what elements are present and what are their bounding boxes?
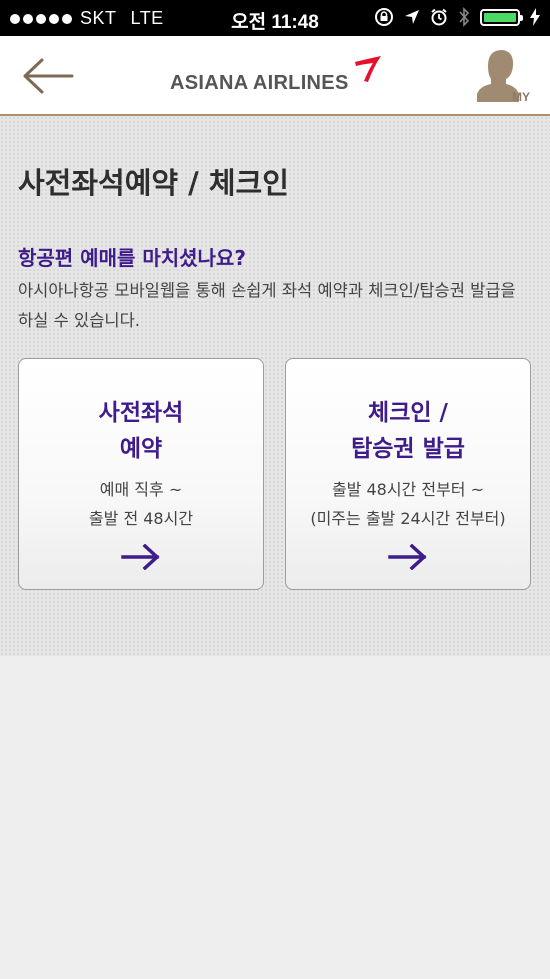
bluetooth-icon bbox=[459, 7, 470, 27]
card-subtitle-line: (미주는 출발 24시간 전부터) bbox=[310, 509, 506, 528]
status-bar: SKT LTE 오전 11:48 bbox=[0, 0, 550, 36]
status-icons bbox=[374, 7, 540, 27]
checkin-boarding-pass-card[interactable]: 체크인 / 탑승권 발급 출발 48시간 전부터 ~ (미주는 출발 24시간 … bbox=[285, 358, 531, 590]
location-icon bbox=[405, 10, 419, 24]
card-title-line: 탑승권 발급 bbox=[351, 436, 465, 462]
main-content: 사전좌석예약 / 체크인 항공편 예매를 마치셨나요? 아시아나항공 모바일웹을… bbox=[0, 116, 550, 656]
asiana-wing-logo-icon bbox=[355, 56, 381, 82]
back-arrow-icon bbox=[23, 58, 74, 94]
card-subtitle-line: 출발 48시간 전부터 ~ bbox=[331, 480, 485, 499]
alarm-icon bbox=[431, 8, 447, 26]
card-subtitle: 출발 48시간 전부터 ~ (미주는 출발 24시간 전부터) bbox=[286, 475, 530, 533]
rotation-lock-icon bbox=[375, 8, 393, 26]
card-subtitle-line: 예매 직후 ~ bbox=[99, 480, 183, 499]
seat-reservation-card[interactable]: 사전좌석 예약 예매 직후 ~ 출발 전 48시간 bbox=[18, 358, 264, 590]
card-title: 체크인 / 탑승권 발급 bbox=[286, 395, 530, 467]
card-subtitle: 예매 직후 ~ 출발 전 48시간 bbox=[19, 475, 263, 533]
card-title-line: 사전좌석 bbox=[98, 400, 184, 426]
back-button[interactable] bbox=[18, 54, 78, 98]
my-label: MY bbox=[512, 90, 530, 104]
card-title-line: 체크인 / bbox=[368, 400, 448, 426]
right-arrow-icon bbox=[121, 544, 160, 570]
question-heading: 항공편 예매를 마치셨나요? bbox=[18, 246, 246, 270]
card-title: 사전좌석 예약 bbox=[19, 395, 263, 467]
nav-bar: ASIANA AIRLINES MY bbox=[0, 36, 550, 116]
my-page-button[interactable]: MY bbox=[476, 46, 530, 106]
page-title: 사전좌석예약 / 체크인 bbox=[18, 166, 289, 200]
battery-level bbox=[484, 12, 516, 22]
card-title-line: 예약 bbox=[119, 436, 163, 462]
card-subtitle-line: 출발 전 48시간 bbox=[88, 509, 194, 528]
battery-icon bbox=[480, 8, 523, 26]
charging-icon bbox=[530, 8, 540, 26]
asiana-logo-text: ASIANA AIRLINES bbox=[170, 72, 349, 94]
description-text: 아시아나항공 모바일웹을 통해 손쉽게 좌석 예약과 체크인/탑승권 발급을 하… bbox=[18, 281, 516, 330]
right-arrow-icon bbox=[388, 544, 427, 570]
